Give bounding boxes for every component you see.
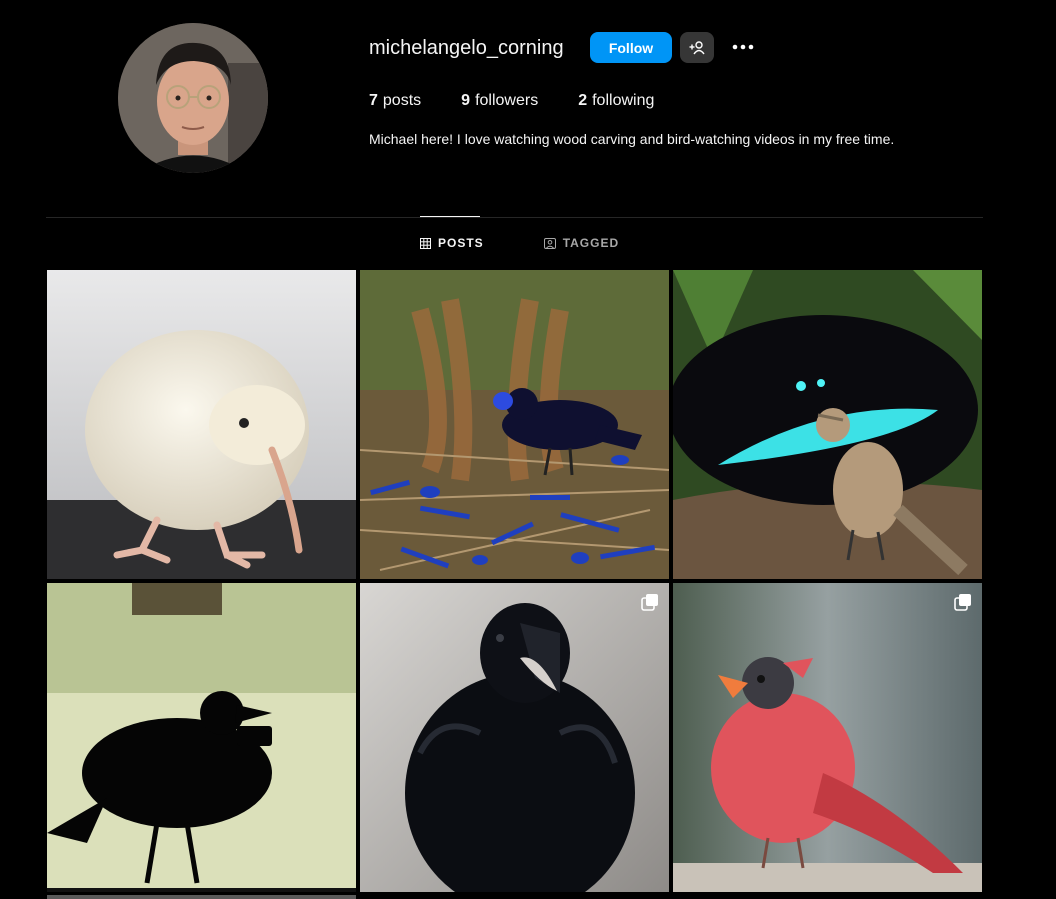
tabs-divider (46, 217, 983, 218)
tab-posts[interactable]: POSTS (420, 236, 484, 250)
post-image-crow-camera (47, 583, 356, 892)
more-options-button[interactable] (728, 32, 758, 62)
multiple-photos-icon (641, 594, 658, 611)
followers-number: 9 (461, 92, 471, 109)
profile-tabs: POSTS TAGGED (420, 236, 619, 250)
post-tile-5[interactable] (360, 583, 669, 892)
following-link[interactable]: 2 following (578, 92, 654, 110)
follow-button[interactable]: Follow (590, 32, 672, 63)
post-tile-1[interactable] (47, 270, 356, 579)
profile-avatar[interactable] (118, 23, 268, 173)
posts-number: 7 (369, 92, 378, 109)
profile-bio: Michael here! I love watching wood carvi… (369, 131, 895, 147)
posts-count: 7 posts (369, 92, 421, 110)
tab-tagged-label: TAGGED (562, 236, 620, 250)
posts-label: posts (382, 92, 422, 109)
tab-posts-label: POSTS (438, 236, 484, 250)
post-image-raven (360, 583, 669, 892)
followers-label: followers (475, 92, 539, 109)
post-image-cardinal (673, 583, 982, 892)
following-label: following (592, 92, 655, 109)
post-tile-6[interactable] (673, 583, 982, 892)
add-person-icon (689, 40, 705, 54)
more-options-icon (732, 44, 754, 50)
tab-tagged[interactable]: TAGGED (543, 236, 620, 250)
followers-link[interactable]: 9 followers (461, 92, 538, 110)
post-image-kiwi (47, 270, 356, 579)
profile-stats: 7 posts 9 followers 2 following (369, 92, 654, 110)
active-tab-indicator (420, 216, 480, 217)
grid-icon (420, 237, 431, 249)
post-tile-2[interactable] (360, 270, 669, 579)
multiple-photos-icon (954, 594, 971, 611)
post-tile-7-peek[interactable] (47, 895, 356, 899)
post-tile-3[interactable] (673, 270, 982, 579)
following-number: 2 (578, 92, 588, 109)
tagged-icon (543, 237, 556, 249)
post-image-bird-of-paradise (673, 270, 982, 579)
suggested-accounts-button[interactable] (680, 32, 714, 63)
post-image-bowerbird (360, 270, 669, 579)
profile-username: michelangelo_corning (369, 37, 564, 59)
post-tile-4[interactable] (47, 583, 356, 892)
